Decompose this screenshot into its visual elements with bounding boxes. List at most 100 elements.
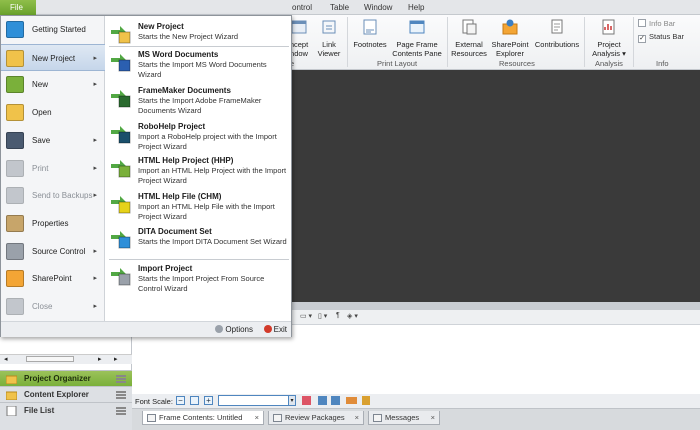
file-menu-item-close[interactable]: Close ▸: [1, 293, 105, 320]
checkbox-box-checked: ✓: [638, 35, 646, 43]
accordion-file-list[interactable]: File List: [0, 402, 132, 430]
file-menu-item-label: SharePoint: [32, 274, 72, 284]
submenu-item-title: FrameMaker Documents: [138, 86, 231, 95]
scroll-end-icon[interactable]: ▸: [114, 355, 118, 363]
file-menu-item-label: Properties: [32, 218, 69, 228]
scroll-right-icon[interactable]: ▸: [98, 355, 102, 363]
status-bar-checkbox[interactable]: ✓ Status Bar: [638, 32, 684, 43]
contributions-button[interactable]: Contributions: [533, 18, 581, 49]
tab-messages[interactable]: Messages ×: [368, 411, 440, 425]
grip-icon: [116, 375, 126, 383]
close-tab-icon[interactable]: ×: [355, 411, 359, 425]
save-disk-icon: [6, 131, 24, 149]
accordion-content-explorer[interactable]: Content Explorer: [0, 386, 132, 402]
tab-label: Frame Contents: Untitled: [159, 413, 243, 422]
tab-review-packages[interactable]: Review Packages ×: [268, 411, 364, 425]
submenu-divider: [109, 259, 289, 260]
font-scale-decrease-button[interactable]: −: [176, 396, 185, 405]
file-menu-item-new-project[interactable]: New Project ▸: [1, 43, 105, 71]
submenu-arrow-icon: ▸: [93, 164, 97, 172]
sharepoint-explorer-button[interactable]: SharePoint Explorer: [489, 18, 531, 58]
options-button[interactable]: Options: [215, 325, 253, 334]
file-menu-item-label: New: [32, 80, 49, 90]
submenu-item-ms-word-documents[interactable]: MS Word Documents Starts the Import MS Wo…: [107, 50, 291, 82]
submenu-item-html-help-file-chm[interactable]: HTML Help File (CHM) Import an HTML Help …: [107, 192, 291, 224]
exit-button[interactable]: Exit: [263, 325, 287, 334]
file-menu-item-getting-started[interactable]: Getting Started: [1, 16, 105, 43]
menu-table[interactable]: Table: [330, 0, 349, 15]
ruler-icon[interactable]: [346, 397, 357, 404]
link-viewer-label: Link Viewer: [317, 40, 341, 58]
file-menu-item-label: Send to Backups: [32, 191, 93, 201]
menu-help[interactable]: Help: [408, 0, 424, 15]
scroll-left-icon[interactable]: ◂: [4, 355, 8, 363]
group-label-info: Info: [656, 59, 669, 68]
file-menu-footer: Options Exit: [1, 321, 291, 337]
new-project-folder-icon: [6, 49, 24, 67]
file-menu: Getting Started New Project ▸ New ▸ Open Save ▸…: [0, 15, 292, 337]
source-import-icon: [110, 265, 132, 287]
review-packages-icon: [273, 414, 282, 422]
hhp-import-icon: [110, 157, 132, 179]
tab-frame-contents[interactable]: Frame Contents: Untitled ×: [142, 411, 264, 425]
dropdown-arrow-icon[interactable]: ▾: [288, 395, 296, 406]
submenu-item-robohelp-project[interactable]: RoboHelp Project Import a RoboHelp projec…: [107, 122, 291, 154]
external-resources-icon: [462, 19, 477, 35]
file-menu-item-save[interactable]: Save ▸: [1, 127, 105, 154]
submenu-item-dita-document-set[interactable]: DITA Document Set Starts the Import DITA …: [107, 227, 291, 259]
font-scale-input[interactable]: [218, 395, 296, 406]
close-tab-icon[interactable]: ×: [255, 411, 259, 425]
scroll-thumb[interactable]: [26, 356, 74, 362]
align-icon[interactable]: ▯ ▾: [318, 312, 327, 320]
fill-color-icon[interactable]: ◈ ▾: [347, 312, 358, 320]
file-menu-item-label: Close: [32, 302, 53, 311]
submenu-divider: [109, 46, 289, 47]
file-menu-item-print[interactable]: Print ▸: [1, 155, 105, 182]
submenu-item-import-project[interactable]: Import Project Starts the Import Project …: [107, 264, 291, 296]
layout-tool-icon[interactable]: [318, 396, 327, 405]
info-bar-checkbox[interactable]: Info Bar: [638, 19, 675, 28]
accordion-label: File List: [24, 406, 55, 415]
contributions-label: Contributions: [534, 40, 580, 49]
submenu-item-html-help-project-hhp[interactable]: HTML Help Project (HHP) Import an HTML He…: [107, 156, 291, 188]
project-organizer-icon: [6, 375, 17, 384]
submenu-item-title: RoboHelp Project: [138, 122, 206, 131]
file-menu-item-label: Open: [32, 108, 52, 118]
file-menu-item-sharepoint[interactable]: SharePoint ▸: [1, 265, 105, 292]
submenu-item-framemaker-documents[interactable]: FrameMaker Documents Starts the Import Ad…: [107, 86, 291, 118]
bookmark-icon[interactable]: [362, 396, 370, 405]
menu-tool-control[interactable]: ontrol: [292, 0, 312, 15]
file-menu-item-new[interactable]: New ▸: [1, 71, 105, 98]
file-menu-item-send-to-backups[interactable]: Send to Backups ▸: [1, 182, 105, 209]
menu-window[interactable]: Window: [364, 0, 392, 15]
new-project-folder-icon: [110, 23, 132, 45]
layout-tool-icon-2[interactable]: [331, 396, 340, 405]
accordion-project-organizer[interactable]: Project Organizer: [0, 370, 132, 386]
file-menu-item-source-control[interactable]: Source Control ▸: [1, 238, 105, 265]
submenu-item-new-project[interactable]: New Project Starts the New Project Wizard: [107, 22, 291, 44]
font-scale-reset-button[interactable]: [190, 396, 199, 405]
font-scale-increase-button[interactable]: +: [204, 396, 213, 405]
horizontal-scrollbar[interactable]: ◂ ▸ ▸: [0, 354, 132, 364]
file-menu-item-properties[interactable]: Properties: [1, 210, 105, 237]
page-frame-contents-button[interactable]: Page Frame Contents Pane: [391, 18, 443, 58]
submenu-item-description: Import an HTML Help File with the Import…: [138, 202, 275, 221]
link-viewer-button[interactable]: Link Viewer: [314, 18, 344, 58]
tab-label: Messages: [385, 413, 420, 422]
footnotes-button[interactable]: Footnotes: [350, 18, 390, 49]
project-analysis-button[interactable]: Project Analysis ▾: [590, 18, 628, 58]
grid-tool-icon[interactable]: [302, 396, 311, 405]
file-menu-item-label: Save: [32, 135, 51, 145]
info-bar-label: Info Bar: [649, 19, 676, 28]
exit-label: Exit: [273, 325, 287, 334]
file-tab[interactable]: File: [0, 0, 36, 15]
editor-toolbar: ▭ ▾ ▯ ▾ ¶ ◈ ▾: [290, 310, 700, 324]
options-gear-icon: [215, 325, 224, 333]
pilcrow-icon[interactable]: ¶: [336, 312, 340, 319]
ribbon-separator: [447, 17, 448, 67]
file-menu-item-label: New Project: [32, 53, 76, 63]
file-menu-item-open[interactable]: Open: [1, 99, 105, 126]
external-resources-button[interactable]: External Resources: [450, 18, 488, 58]
toolbar-dropdown-icon[interactable]: ▭ ▾: [300, 312, 312, 320]
close-tab-icon[interactable]: ×: [431, 411, 435, 425]
